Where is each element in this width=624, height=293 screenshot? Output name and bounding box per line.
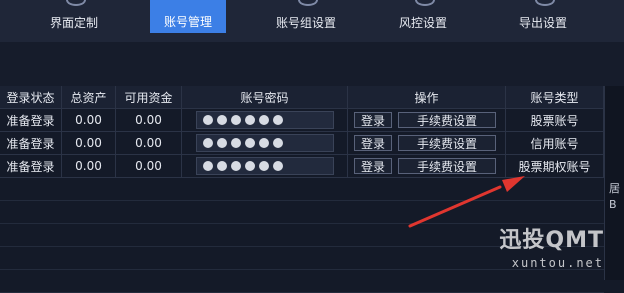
watermark-title: 迅投QMT	[499, 228, 604, 253]
watermark: 迅投QMT xuntou.net	[499, 222, 604, 270]
watermark-url: xuntou.net	[511, 256, 604, 270]
